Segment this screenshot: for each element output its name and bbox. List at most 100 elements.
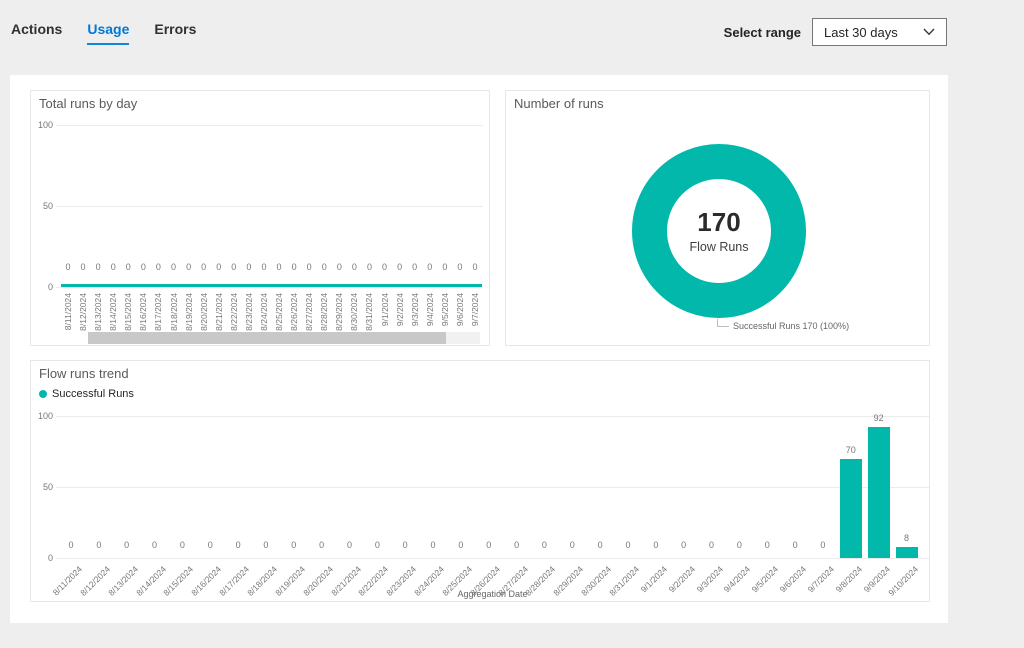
y-axis-label: 50 — [31, 482, 53, 492]
y-axis-label: 0 — [31, 282, 53, 292]
value-label: 0 — [181, 262, 197, 272]
x-axis-label: 8/14/2024 — [108, 293, 119, 333]
card-flow-runs-trend: Flow runs trend Successful Runs Aggregat… — [30, 360, 930, 602]
value-label: 0 — [117, 540, 137, 550]
x-axis-label: 8/31/2024 — [364, 293, 375, 333]
value-label: 0 — [135, 262, 151, 272]
tab-usage[interactable]: Usage — [87, 21, 129, 45]
value-label: 0 — [451, 540, 471, 550]
tab-errors[interactable]: Errors — [154, 21, 196, 45]
gridline — [56, 558, 929, 559]
value-label: 0 — [702, 540, 722, 550]
range-picker: Select range Last 30 days — [724, 18, 947, 46]
value-label: 0 — [89, 540, 109, 550]
gridline — [56, 416, 929, 417]
y-axis-label: 0 — [31, 553, 53, 563]
report-canvas: Total runs by day 10050008/11/202408/12/… — [10, 75, 948, 623]
value-label: 0 — [271, 262, 287, 272]
x-axis-label: 8/29/2024 — [334, 293, 345, 333]
x-axis-label: 8/30/2024 — [349, 293, 360, 333]
tab-bar: Actions Usage Errors — [11, 21, 196, 45]
value-label: 0 — [172, 540, 192, 550]
value-label: 0 — [90, 262, 106, 272]
value-label: 0 — [467, 262, 483, 272]
value-label: 0 — [60, 262, 76, 272]
value-label: 0 — [377, 262, 393, 272]
x-axis-label: 9/5/2024 — [440, 293, 451, 333]
x-axis-label: 8/24/2024 — [259, 293, 270, 333]
value-label: 0 — [241, 262, 257, 272]
value-label: 0 — [346, 262, 362, 272]
legend-label: Successful Runs — [52, 388, 134, 400]
value-label: 0 — [312, 540, 332, 550]
value-label: 0 — [674, 540, 694, 550]
bar[interactable] — [896, 547, 918, 558]
zero-bars-baseline[interactable] — [61, 284, 482, 287]
gridline — [56, 287, 483, 288]
chart-legend: Successful Runs — [39, 388, 134, 400]
value-label: 0 — [211, 262, 227, 272]
x-axis-label: 8/20/2024 — [199, 293, 210, 333]
x-axis-label: 9/3/2024 — [410, 293, 421, 333]
value-label: 0 — [618, 540, 638, 550]
x-axis-label: 9/2/2024 — [395, 293, 406, 333]
horizontal-scrollbar-thumb[interactable] — [88, 332, 446, 344]
value-label: 70 — [841, 445, 861, 455]
value-label: 0 — [284, 540, 304, 550]
value-label: 0 — [367, 540, 387, 550]
chart-title: Number of runs — [514, 96, 604, 111]
y-axis-label: 100 — [31, 411, 53, 421]
value-label: 0 — [423, 540, 443, 550]
y-axis-label: 100 — [31, 120, 53, 130]
value-label: 0 — [590, 540, 610, 550]
value-label: 0 — [145, 540, 165, 550]
card-total-runs-by-day: Total runs by day 10050008/11/202408/12/… — [30, 90, 490, 346]
x-axis-label: 8/15/2024 — [123, 293, 134, 333]
bar[interactable] — [840, 459, 862, 558]
tab-actions[interactable]: Actions — [11, 21, 62, 45]
value-label: 0 — [785, 540, 805, 550]
value-label: 0 — [361, 262, 377, 272]
chart-title: Flow runs trend — [39, 366, 129, 381]
value-label: 0 — [813, 540, 833, 550]
value-label: 0 — [331, 262, 347, 272]
x-axis-label: 8/25/2024 — [274, 293, 285, 333]
value-label: 0 — [105, 262, 121, 272]
x-axis-label: 8/17/2024 — [153, 293, 164, 333]
card-number-of-runs: Number of runs 170 Flow Runs Successful … — [505, 90, 930, 346]
legend-dot-icon — [39, 390, 47, 398]
value-label: 0 — [301, 262, 317, 272]
value-label: 0 — [646, 540, 666, 550]
range-dropdown-value: Last 30 days — [824, 25, 898, 40]
donut-callout-label: Successful Runs 170 (100%) — [733, 321, 849, 331]
value-label: 0 — [316, 262, 332, 272]
gridline — [56, 206, 483, 207]
value-label: 0 — [120, 262, 136, 272]
value-label: 0 — [61, 540, 81, 550]
value-label: 8 — [897, 533, 917, 543]
value-label: 0 — [228, 540, 248, 550]
x-axis-label: 8/21/2024 — [214, 293, 225, 333]
value-label: 0 — [452, 262, 468, 272]
x-axis-label: 8/16/2024 — [138, 293, 149, 333]
value-label: 0 — [437, 262, 453, 272]
x-axis-label: 9/6/2024 — [455, 293, 466, 333]
bar[interactable] — [868, 427, 890, 558]
x-axis-label: 8/26/2024 — [289, 293, 300, 333]
select-range-label: Select range — [724, 25, 801, 40]
donut-callout-line — [717, 319, 729, 327]
value-label: 0 — [479, 540, 499, 550]
chart-title: Total runs by day — [39, 96, 137, 111]
value-label: 0 — [395, 540, 415, 550]
value-label: 0 — [75, 262, 91, 272]
donut-chart[interactable] — [632, 144, 806, 318]
range-dropdown[interactable]: Last 30 days — [812, 18, 947, 46]
value-label: 0 — [226, 262, 242, 272]
chevron-down-icon — [923, 28, 935, 36]
value-label: 0 — [200, 540, 220, 550]
value-label: 0 — [507, 540, 527, 550]
gridline — [56, 487, 929, 488]
x-axis-label: 8/23/2024 — [244, 293, 255, 333]
value-label: 0 — [562, 540, 582, 550]
value-label: 0 — [286, 262, 302, 272]
